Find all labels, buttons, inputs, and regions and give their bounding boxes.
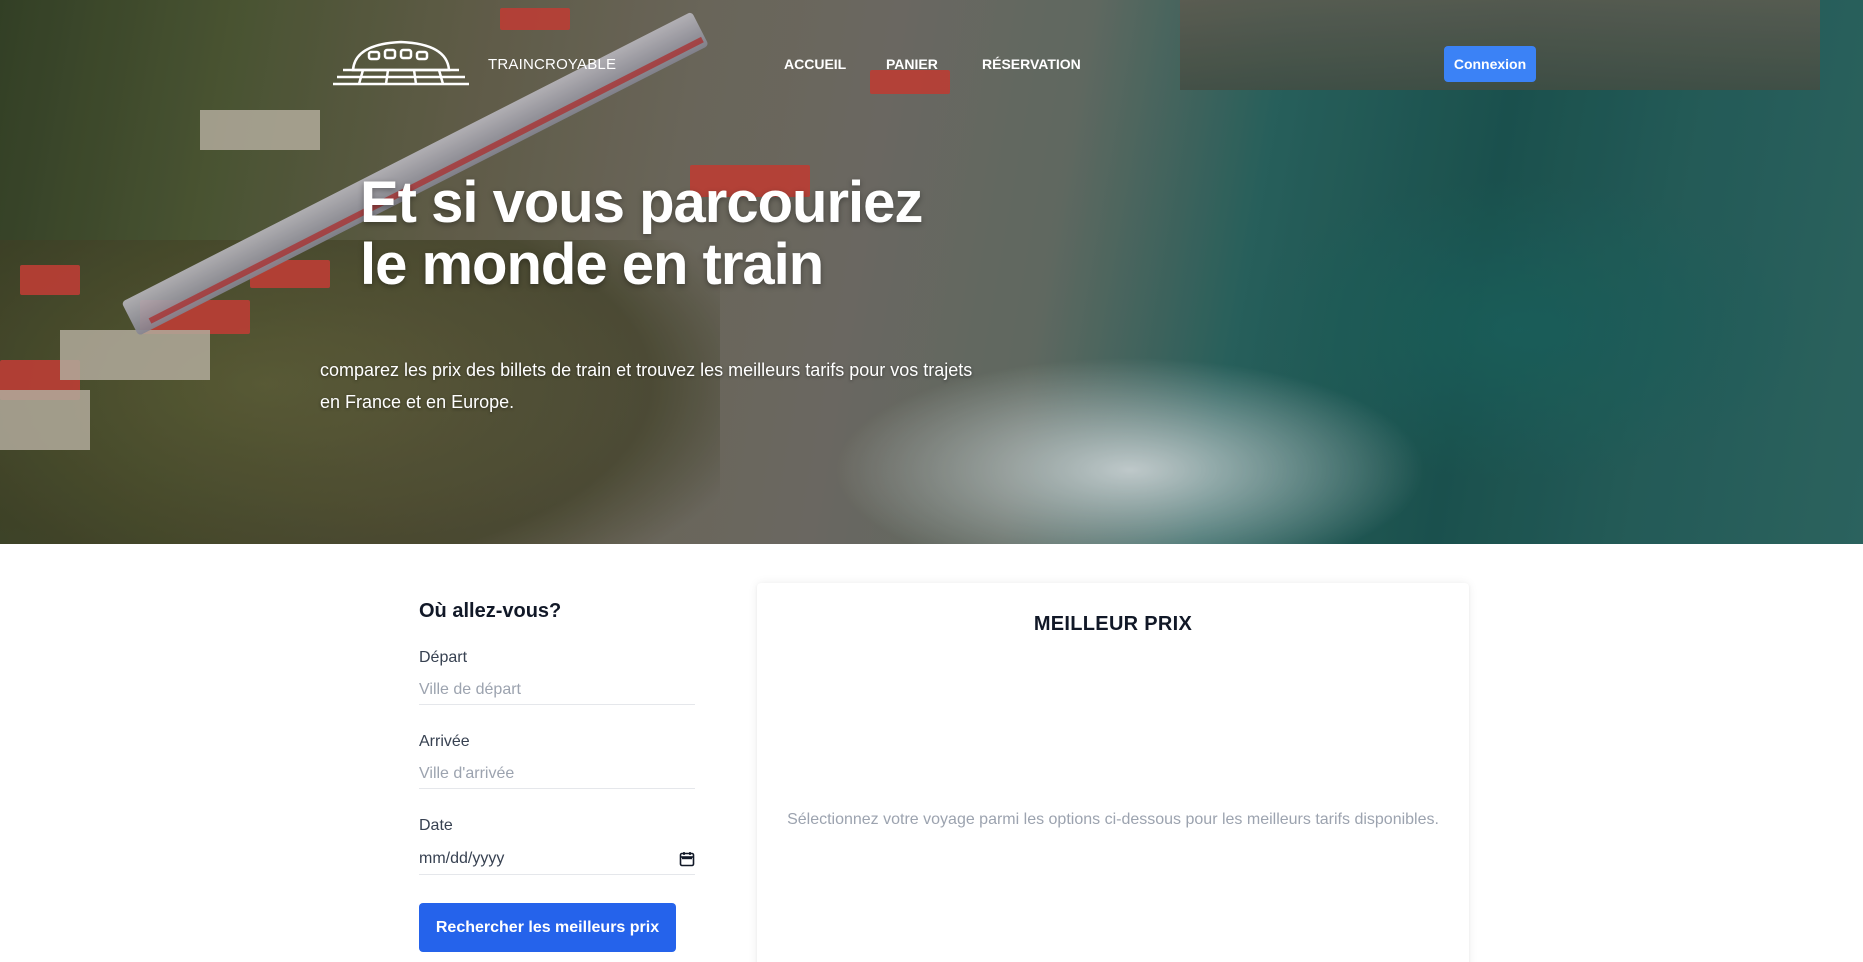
brand-name[interactable]: TRAINCROYABLE: [488, 56, 616, 73]
nav-link-reservation[interactable]: RÉSERVATION: [982, 56, 1081, 72]
calendar-icon[interactable]: [679, 851, 695, 867]
arrival-group: Arrivée: [419, 733, 699, 789]
hero-title-line1: Et si vous parcouriez: [360, 170, 923, 235]
hero-subtitle-line2: en France et en Europe.: [320, 392, 515, 412]
hero-title: Et si vous parcouriez le monde en train: [360, 172, 980, 296]
departure-label: Départ: [419, 649, 468, 666]
search-submit-button[interactable]: Rechercher les meilleurs prix: [419, 903, 676, 952]
date-label: Date: [419, 817, 453, 834]
hero-subtitle: comparez les prix des billets de train e…: [320, 354, 980, 418]
departure-input[interactable]: [419, 675, 695, 705]
date-group: Date mm/dd/yyyy: [419, 817, 699, 875]
hero-title-line2: le monde en train: [360, 232, 824, 297]
login-button[interactable]: Connexion: [1444, 46, 1536, 82]
best-price-message: Sélectionnez votre voyage parmi les opti…: [787, 811, 1439, 828]
date-placeholder: mm/dd/yyyy: [419, 849, 505, 867]
search-form: Où allez-vous? Départ Arrivée Date mm/dd…: [419, 600, 699, 903]
arrival-input[interactable]: [419, 759, 695, 789]
train-logo-icon[interactable]: [333, 36, 469, 90]
arrival-label: Arrivée: [419, 733, 470, 750]
hero-subtitle-line1: comparez les prix des billets de train e…: [320, 360, 973, 380]
departure-group: Départ: [419, 649, 699, 705]
best-price-title: MEILLEUR PRIX: [1033, 613, 1193, 635]
nav-link-panier[interactable]: PANIER: [886, 56, 938, 72]
date-input[interactable]: mm/dd/yyyy: [419, 843, 695, 875]
search-form-title: Où allez-vous?: [419, 600, 562, 622]
top-navbar: TRAINCROYABLE ACCUEIL PANIER RÉSERVATION…: [0, 0, 1863, 120]
nav-link-accueil[interactable]: ACCUEIL: [784, 56, 846, 72]
best-price-card: MEILLEUR PRIX Sélectionnez votre voyage …: [757, 583, 1469, 962]
